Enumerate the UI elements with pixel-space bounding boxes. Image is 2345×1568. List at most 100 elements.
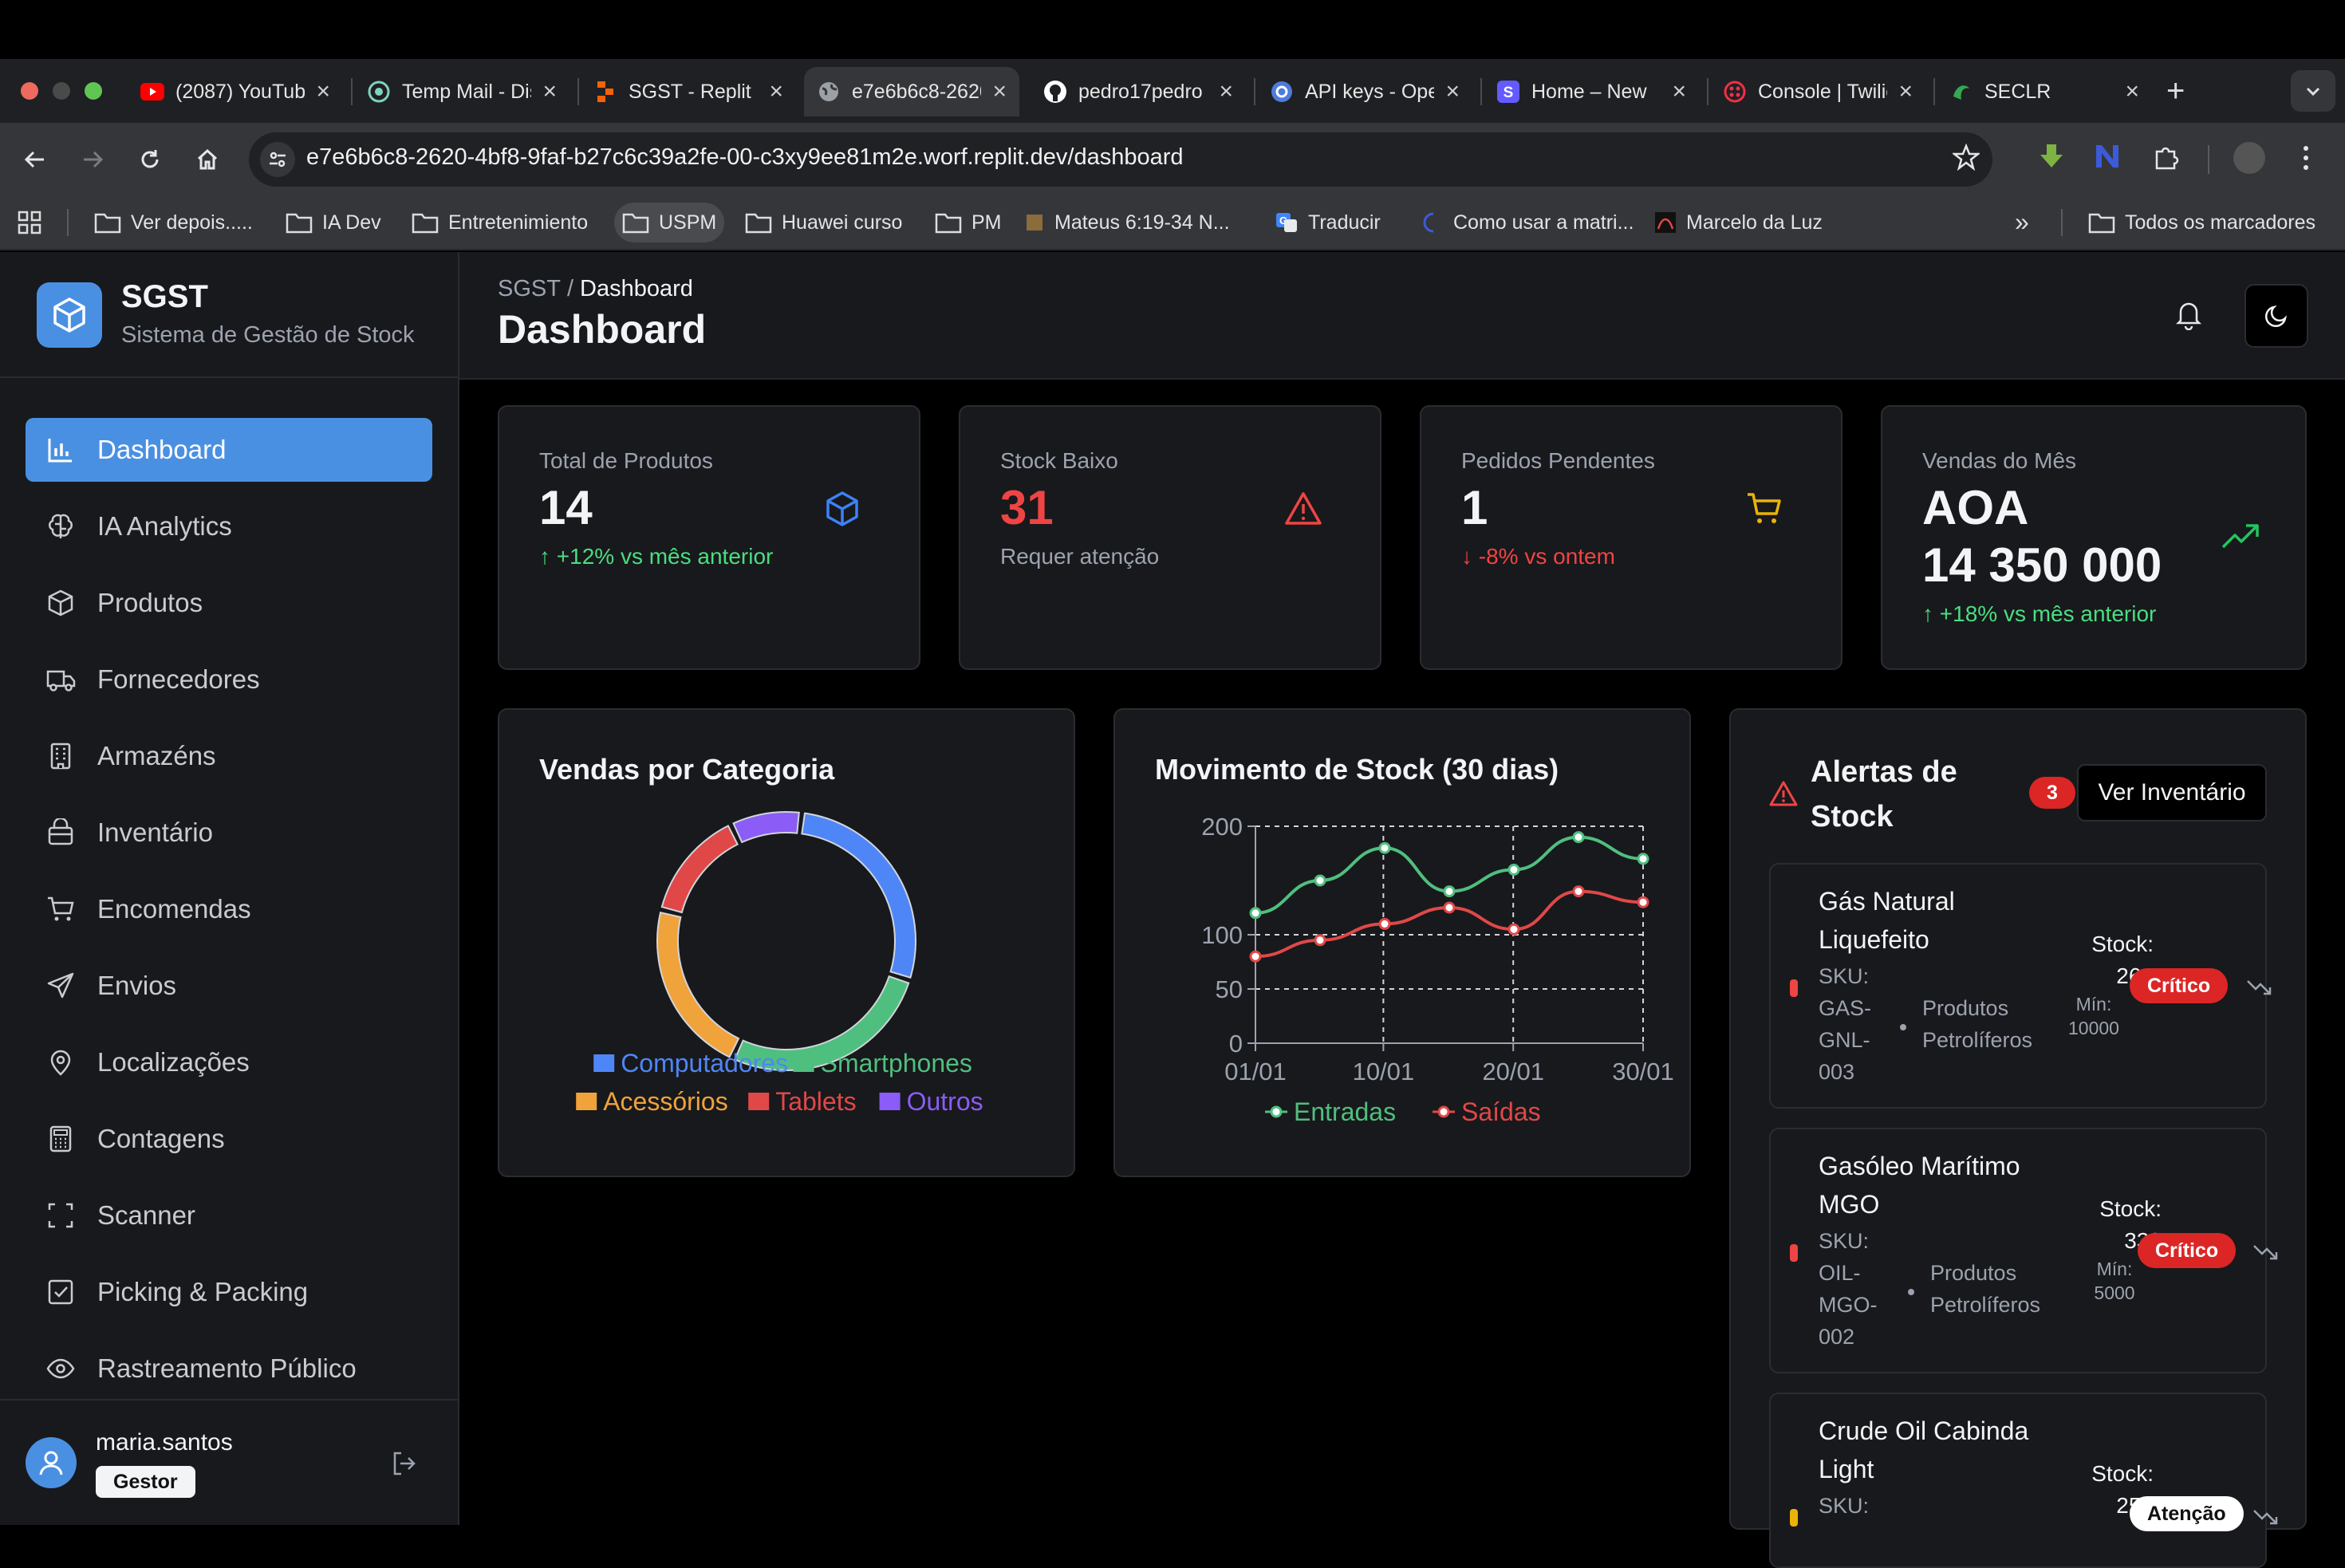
breadcrumb-root[interactable]: SGST xyxy=(498,276,561,302)
data-point[interactable] xyxy=(1572,831,1585,844)
forward-button[interactable] xyxy=(75,142,110,177)
legend-label[interactable]: Entradas xyxy=(1294,1097,1396,1126)
sidebar-item-rastreamento-publico[interactable]: Rastreamento Público xyxy=(26,1337,432,1401)
alert-item[interactable]: Gás Natural Liquefeito SKU: GAS- GNL- 00… xyxy=(1769,863,2272,1109)
bookmark-star-button[interactable] xyxy=(1953,144,1980,171)
legend-label[interactable]: Computadores xyxy=(621,1049,788,1078)
sidebar-item-ia-analytics[interactable]: IA Analytics xyxy=(26,494,432,558)
sidebar-item-picking-packing[interactable]: Picking & Packing xyxy=(26,1260,432,1324)
close-icon[interactable]: × xyxy=(992,78,1007,105)
close-icon[interactable]: × xyxy=(542,78,557,105)
close-icon[interactable]: × xyxy=(316,78,330,105)
sidebar-item-inventario[interactable]: Inventário xyxy=(26,801,432,865)
close-icon[interactable]: × xyxy=(1672,78,1686,105)
tab-search-button[interactable] xyxy=(2291,70,2335,112)
new-tab-button[interactable]: + xyxy=(2166,73,2185,109)
logout-button[interactable] xyxy=(391,1450,418,1477)
all-bookmarks-folder[interactable]: Todos os marcadores xyxy=(2080,203,2323,242)
home-button[interactable] xyxy=(190,142,225,177)
sidebar-item-scanner[interactable]: Scanner xyxy=(26,1184,432,1247)
browser-tab[interactable]: Console | Twilio × xyxy=(1710,67,1925,116)
data-point[interactable] xyxy=(1314,934,1326,947)
sidebar-item-contagens[interactable]: Contagens xyxy=(26,1107,432,1171)
theme-toggle-button[interactable] xyxy=(2244,284,2308,348)
bookmark-folder[interactable]: Entretenimiento xyxy=(404,203,596,242)
data-point[interactable] xyxy=(1314,874,1326,887)
extensions-button[interactable] xyxy=(2152,144,2179,171)
ver-inventario-button[interactable]: Ver Inventário xyxy=(2077,764,2267,821)
url-text[interactable]: e7e6b6c8-2620-4bf8-9faf-b27c6c39a2fe-00-… xyxy=(306,144,1184,171)
avatar[interactable] xyxy=(26,1437,77,1488)
data-point[interactable] xyxy=(1572,885,1585,898)
bookmark-link[interactable]: Mateus 6:19-34 N... xyxy=(1016,203,1238,242)
browser-tab[interactable]: API keys - OpenAI × xyxy=(1257,67,1472,116)
data-point[interactable] xyxy=(1249,907,1262,920)
site-info-button[interactable] xyxy=(260,142,295,177)
alert-item[interactable]: Gasóleo Marítimo MGO SKU: OIL- MGO- 002 … xyxy=(1769,1128,2278,1373)
extension-download-button[interactable] xyxy=(2037,142,2066,171)
browser-tab[interactable]: pedro17pedro × xyxy=(1031,67,1246,116)
browser-menu-button[interactable] xyxy=(2300,144,2312,172)
sidebar-item-armazens[interactable]: Armazéns xyxy=(26,724,432,788)
data-point[interactable] xyxy=(1637,896,1649,908)
extension-n-button[interactable] xyxy=(2093,142,2122,171)
sidebar-item-localizacoes[interactable]: Localizações xyxy=(26,1030,432,1094)
data-point[interactable] xyxy=(1249,950,1262,963)
close-window-button[interactable] xyxy=(21,82,38,100)
sidebar-item-encomendas[interactable]: Encomendas xyxy=(26,877,432,941)
bookmark-link[interactable]: Como usar a matri... xyxy=(1415,203,1642,242)
sidebar-item-envios[interactable]: Envios xyxy=(26,954,432,1018)
browser-tab[interactable]: SECLR × xyxy=(1937,67,2152,116)
data-point[interactable] xyxy=(1378,917,1391,930)
bookmark-folder[interactable]: USPM xyxy=(614,203,725,242)
profile-avatar[interactable] xyxy=(2233,142,2265,174)
close-icon[interactable]: × xyxy=(1898,78,1913,105)
user-name: maria.santos xyxy=(96,1429,233,1456)
data-point[interactable] xyxy=(1443,901,1456,914)
bookmark-link[interactable]: Marcelo da Luz xyxy=(1646,203,1831,242)
alert-item[interactable]: Crude Oil Cabinda Light SKU: Stock: 257 … xyxy=(1769,1393,2278,1568)
sidebar-item-fornecedores[interactable]: Fornecedores xyxy=(26,648,432,711)
donut-slice[interactable] xyxy=(732,811,800,844)
legend-label[interactable]: Tablets xyxy=(775,1087,856,1116)
reload-icon xyxy=(141,150,159,168)
reload-button[interactable] xyxy=(132,142,168,177)
bookmark-link[interactable]: G Traducir xyxy=(1267,203,1389,242)
bookmark-label: Todos os marcadores xyxy=(2125,211,2316,234)
bookmark-folder[interactable]: PM xyxy=(927,203,1010,242)
more-bookmarks-button[interactable]: » xyxy=(2015,207,2029,237)
sidebar-item-produtos[interactable]: Produtos xyxy=(26,571,432,635)
browser-tab[interactable]: SGST - Replit × xyxy=(581,67,796,116)
sidebar-item-dashboard[interactable]: Dashboard xyxy=(26,418,432,482)
back-button[interactable] xyxy=(18,142,53,177)
data-point[interactable] xyxy=(1443,885,1456,898)
donut-slice[interactable] xyxy=(801,812,916,979)
data-point[interactable] xyxy=(1508,923,1520,936)
data-point[interactable] xyxy=(1378,841,1391,854)
bookmark-folder[interactable]: IA Dev xyxy=(278,203,389,242)
close-icon[interactable]: × xyxy=(769,78,783,105)
donut-slice[interactable] xyxy=(660,825,739,914)
notifications-button[interactable] xyxy=(2174,298,2203,330)
donut-slice[interactable] xyxy=(656,911,740,1058)
data-point[interactable] xyxy=(1637,853,1649,865)
sidebar-item-label: Armazéns xyxy=(97,741,216,770)
sidebar-divider xyxy=(0,1399,459,1401)
browser-tab[interactable]: (2087) YouTube × xyxy=(128,67,343,116)
browser-tab[interactable]: Temp Mail - Disposable × xyxy=(354,67,570,116)
apps-grid-button[interactable] xyxy=(18,211,41,234)
bookmark-folder[interactable]: Huawei curso xyxy=(737,203,910,242)
legend-label[interactable]: Outros xyxy=(907,1087,983,1116)
browser-tab[interactable]: S Home – New × xyxy=(1484,67,1699,116)
legend-label[interactable]: Acessórios xyxy=(603,1087,728,1116)
browser-tab-active[interactable]: e7e6b6c8-2620 × xyxy=(804,67,1019,116)
maximize-window-button[interactable] xyxy=(85,82,102,100)
bookmark-folder[interactable]: Ver depois..... xyxy=(86,203,261,242)
legend-label[interactable]: Smartphones xyxy=(821,1049,972,1078)
close-icon[interactable]: × xyxy=(1219,78,1233,105)
data-point[interactable] xyxy=(1508,863,1520,876)
minimize-window-button[interactable] xyxy=(53,82,70,100)
close-icon[interactable]: × xyxy=(1445,78,1460,105)
legend-label[interactable]: Saídas xyxy=(1461,1097,1541,1126)
close-icon[interactable]: × xyxy=(2125,78,2139,105)
